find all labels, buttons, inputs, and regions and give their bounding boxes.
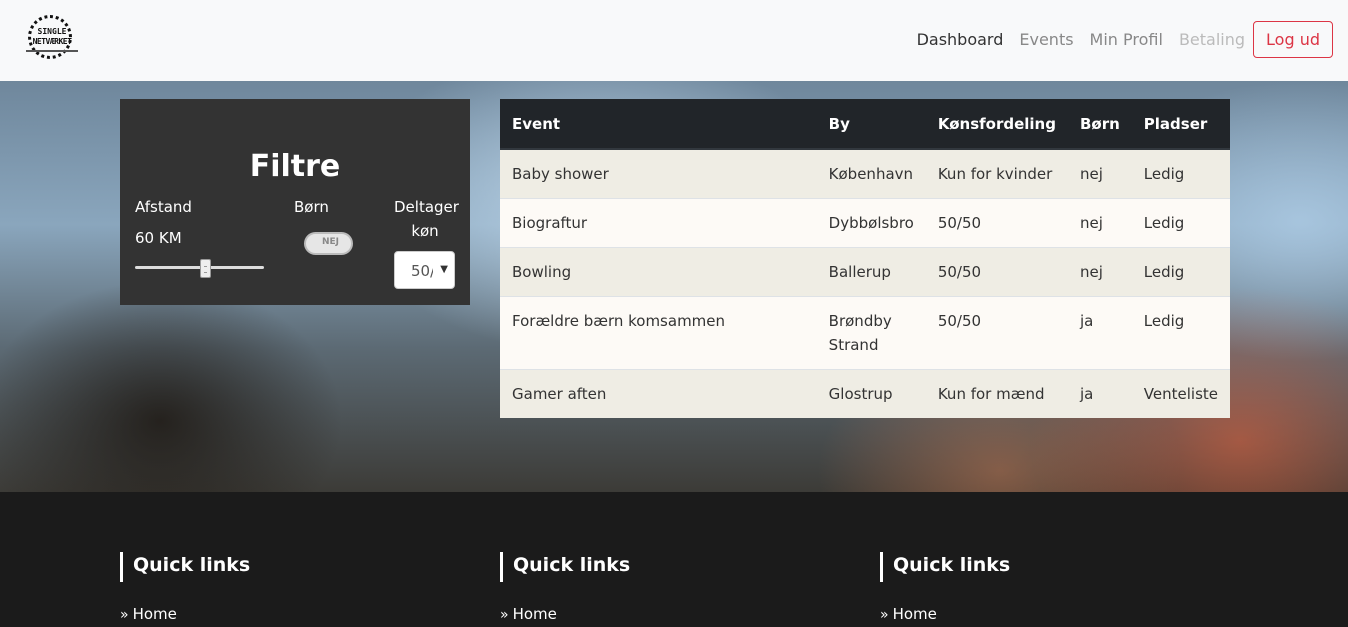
events-table: Event By Kønsfordeling Børn Pladser Baby… [500,99,1230,418]
filter-title: Filtre [249,149,341,184]
children-toggle[interactable]: NEJ [304,232,353,255]
cell-born: nej [1067,148,1132,199]
gender-select-value: 50/50 [411,262,433,280]
chevron-down-icon: ▼ [440,264,448,275]
double-chevron-right-icon: » [120,607,129,623]
cell-pladser: Ledig [1131,148,1230,199]
table-row[interactable]: Baby shower København Kun for kvinder ne… [500,148,1230,199]
children-label: Børn [294,198,329,216]
table-row[interactable]: Forældre bærn komsammen Brøndby Strand 5… [500,296,1230,370]
nav-link-dashboard[interactable]: Dashboard [917,30,1004,49]
gender-label-line1: Deltager [394,198,459,216]
nav-link-min-profil[interactable]: Min Profil [1090,30,1163,49]
footer-heading: Quick links [500,552,630,582]
cell-born: nej [1067,198,1132,248]
nav-link-betaling[interactable]: Betaling [1179,30,1245,49]
cell-event: Gamer aften [500,369,817,418]
gender-select[interactable]: 50/50 ▼ [394,251,455,289]
footer-link-label: Home [892,605,937,623]
cell-konsfordeling: Kun for mænd [925,369,1068,418]
cell-pladser: Ledig [1131,247,1230,297]
footer-column-1: Quick links » Home [120,552,250,623]
gender-label-line2: køn [411,222,439,240]
footer-link-home[interactable]: » Home [120,605,250,623]
cell-born: ja [1067,296,1132,370]
cell-konsfordeling: 50/50 [925,247,1068,297]
col-header-event: Event [500,99,817,150]
cell-by: Ballerup [816,247,926,297]
table-row[interactable]: Biograftur Dybbølsbro 50/50 nej Ledig [500,198,1230,248]
footer-heading: Quick links [880,552,1010,582]
cell-event: Forældre bærn komsammen [500,296,817,370]
cell-pladser: Venteliste [1131,369,1230,418]
distance-slider-handle[interactable] [200,259,211,278]
table-row[interactable]: Bowling Ballerup 50/50 nej Ledig [500,247,1230,297]
footer-column-3: Quick links » Home [880,552,1010,623]
nav-link-events[interactable]: Events [1019,30,1073,49]
footer-link-label: Home [132,605,177,623]
distance-value: 60 KM [135,229,182,247]
navbar: SINGLE NETVÆRKET Dashboard Events Min Pr… [0,0,1348,81]
children-toggle-text: NEJ [321,237,340,247]
double-chevron-right-icon: » [500,607,509,623]
cell-born: ja [1067,369,1132,418]
cell-konsfordeling: 50/50 [925,296,1068,370]
distance-label: Afstand [135,198,192,216]
cell-by: Dybbølsbro [816,198,926,248]
hero-background: Filtre Afstand 60 KM Børn NEJ Deltager k… [0,81,1348,492]
cell-event: Biograftur [500,198,817,248]
footer-link-home[interactable]: » Home [500,605,630,623]
logo-underline [26,50,78,52]
singlenetvaerket-logo[interactable]: SINGLE NETVÆRKET [22,11,82,63]
footer-link-label: Home [512,605,557,623]
col-header-born: Børn [1067,99,1132,150]
cell-by: Glostrup [816,369,926,418]
col-header-konsfordeling: Kønsfordeling [925,99,1068,150]
table-row[interactable]: Gamer aften Glostrup Kun for mænd ja Ven… [500,369,1230,418]
cell-event: Baby shower [500,148,817,199]
cell-born: nej [1067,247,1132,297]
footer-link-home[interactable]: » Home [880,605,1010,623]
col-header-pladser: Pladser [1131,99,1230,150]
cell-pladser: Ledig [1131,296,1230,370]
nav-menu: Dashboard Events Min Profil Betaling Log… [901,21,1333,58]
logo-text-line2: NETVÆRKET [32,37,72,46]
cell-konsfordeling: Kun for kvinder [925,148,1068,199]
cell-pladser: Ledig [1131,198,1230,248]
footer-heading: Quick links [120,552,250,582]
cell-by: Brøndby Strand [816,296,926,370]
logout-button[interactable]: Log ud [1253,21,1333,58]
double-chevron-right-icon: » [880,607,889,623]
table-header-row: Event By Kønsfordeling Børn Pladser [500,99,1230,150]
footer-column-2: Quick links » Home [500,552,630,623]
col-header-by: By [816,99,926,150]
cell-by: København [816,148,926,199]
cell-konsfordeling: 50/50 [925,198,1068,248]
logo-text-line1: SINGLE [37,27,67,36]
filter-panel: Filtre Afstand 60 KM Børn NEJ Deltager k… [120,99,470,305]
cell-event: Bowling [500,247,817,297]
footer: Quick links » Home Quick links » Home Quic… [0,492,1348,627]
